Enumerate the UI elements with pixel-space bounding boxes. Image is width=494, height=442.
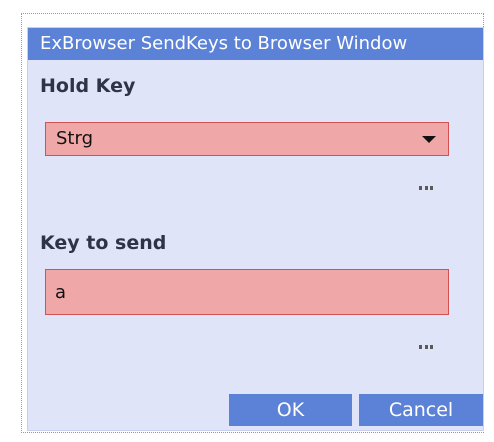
- key-to-send-label: Key to send: [40, 232, 167, 254]
- ellipsis-icon: [419, 186, 422, 190]
- hold-key-label: Hold Key: [40, 75, 136, 97]
- key-to-send-more-button[interactable]: [419, 345, 433, 349]
- ellipsis-icon: [424, 345, 428, 349]
- cancel-button[interactable]: Cancel: [359, 394, 483, 426]
- dialog-title: ExBrowser SendKeys to Browser Window: [28, 28, 483, 60]
- ellipsis-icon: [424, 186, 428, 190]
- sendkeys-dialog: ExBrowser SendKeys to Browser Window Hol…: [27, 27, 484, 431]
- ellipsis-icon: [430, 186, 433, 190]
- key-to-send-input[interactable]: [45, 269, 449, 315]
- hold-key-more-button[interactable]: [419, 186, 433, 190]
- hold-key-select[interactable]: Strg: [45, 122, 449, 156]
- hold-key-value: Strg: [56, 128, 93, 149]
- chevron-down-icon[interactable]: [422, 136, 436, 143]
- ellipsis-icon: [430, 345, 433, 349]
- ellipsis-icon: [419, 345, 422, 349]
- ok-button[interactable]: OK: [229, 394, 352, 426]
